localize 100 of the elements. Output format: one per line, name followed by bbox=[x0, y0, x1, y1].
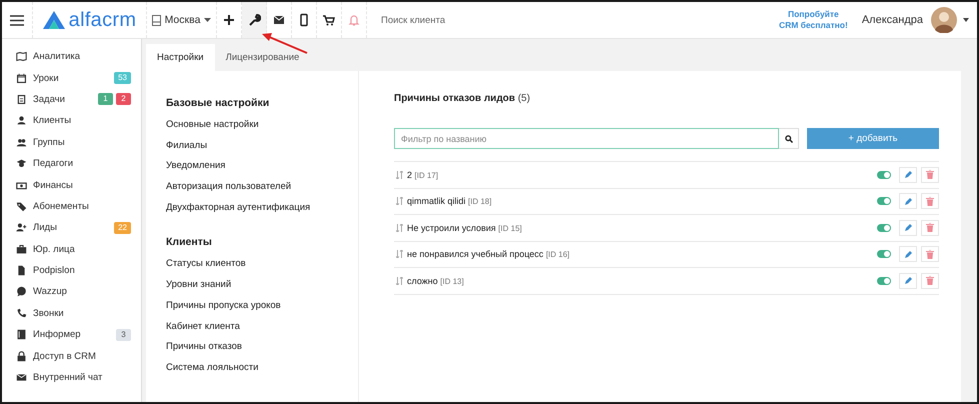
trash-icon bbox=[926, 250, 934, 259]
sort-icon[interactable] bbox=[396, 197, 403, 206]
caret-icon[interactable] bbox=[963, 18, 969, 22]
sidebar-item[interactable]: Абонементы bbox=[2, 196, 141, 218]
tag-icon bbox=[16, 200, 27, 212]
search-button[interactable] bbox=[779, 128, 799, 149]
delete-button[interactable] bbox=[921, 166, 939, 183]
settings-link[interactable]: Система лояльности bbox=[166, 362, 358, 383]
count-badge: 22 bbox=[114, 222, 131, 234]
pencil-icon bbox=[904, 170, 912, 180]
sidebar-item[interactable]: Wazzup bbox=[2, 281, 141, 303]
trash-icon bbox=[926, 223, 934, 232]
trash-icon bbox=[926, 170, 934, 180]
sidebar-item[interactable]: Аналитика bbox=[2, 46, 141, 68]
user-name[interactable]: Александра bbox=[862, 14, 923, 26]
logo-icon bbox=[42, 11, 65, 29]
delete-button[interactable] bbox=[921, 193, 939, 210]
settings-link[interactable]: Филиалы bbox=[166, 140, 358, 160]
count-badge: 1 bbox=[98, 93, 113, 106]
sidebar-item[interactable]: Задачи 1 2 bbox=[2, 88, 141, 110]
sidebar-item[interactable]: Педагоги bbox=[2, 152, 141, 174]
sidebar-item[interactable]: Звонки bbox=[2, 302, 141, 324]
toggle-switch[interactable] bbox=[877, 170, 891, 179]
section-title: Причины отказов лидов (5) bbox=[394, 93, 532, 104]
count-badge: 2 bbox=[116, 93, 131, 106]
caret-icon bbox=[204, 18, 212, 22]
pencil-icon bbox=[904, 196, 912, 206]
edit-button[interactable] bbox=[899, 166, 917, 183]
toggle-switch[interactable] bbox=[877, 197, 891, 206]
search-icon bbox=[784, 134, 792, 142]
settings-link[interactable]: Уровни знаний bbox=[166, 279, 358, 300]
settings-link[interactable]: Кабинет клиента bbox=[166, 320, 358, 342]
delete-button[interactable] bbox=[921, 246, 939, 262]
edit-button[interactable] bbox=[899, 272, 917, 289]
settings-link[interactable]: Причины отказов bbox=[166, 341, 358, 362]
section-heading: Клиенты bbox=[166, 236, 213, 248]
logo-text: alfacrm bbox=[68, 8, 136, 32]
edit-button[interactable] bbox=[899, 220, 917, 236]
settings-link[interactable]: Авторизация пользователей bbox=[166, 181, 358, 202]
briefcase-icon bbox=[16, 244, 27, 255]
pencil-icon bbox=[904, 250, 912, 259]
edit-button[interactable] bbox=[899, 246, 917, 262]
settings-link[interactable]: Двухфакторная аутентификация bbox=[166, 202, 358, 222]
reason-name: не понравился учебный процесс [ID 16] bbox=[407, 249, 571, 260]
settings-link[interactable]: Статусы клиентов bbox=[166, 258, 358, 280]
tab[interactable]: Лицензирование bbox=[214, 44, 310, 71]
delete-button[interactable] bbox=[921, 272, 939, 289]
user-icon bbox=[16, 115, 27, 126]
settings-link[interactable]: Основные настройки bbox=[166, 119, 358, 140]
reason-name: сложно [ID 13] bbox=[407, 276, 465, 286]
toggle-switch[interactable] bbox=[877, 276, 891, 285]
mail-icon bbox=[272, 13, 286, 27]
sort-icon[interactable] bbox=[396, 250, 403, 258]
chat-icon bbox=[16, 286, 27, 298]
toggle-switch[interactable] bbox=[877, 224, 891, 232]
sidebar-item[interactable]: Информер 3 bbox=[2, 324, 141, 346]
avatar-icon[interactable] bbox=[931, 7, 957, 33]
sort-icon[interactable] bbox=[396, 224, 403, 232]
sort-icon[interactable] bbox=[396, 276, 403, 285]
count-badge: 53 bbox=[114, 72, 131, 84]
pencil-icon bbox=[904, 276, 912, 286]
sidebar-item[interactable]: Внутренний чат bbox=[2, 366, 141, 388]
toggle-switch[interactable] bbox=[877, 250, 891, 258]
plus-icon bbox=[222, 13, 236, 27]
file-icon bbox=[16, 265, 27, 276]
phone-icon bbox=[16, 308, 27, 319]
settings-link[interactable]: Причины пропуска уроков bbox=[166, 300, 358, 320]
calendar-icon bbox=[16, 72, 27, 84]
user-plus-icon bbox=[16, 222, 27, 234]
sidebar-item[interactable]: Финансы bbox=[2, 174, 141, 196]
sort-icon[interactable] bbox=[396, 170, 403, 179]
delete-button[interactable] bbox=[921, 220, 939, 236]
sidebar-item[interactable]: Группы bbox=[2, 132, 141, 153]
book-icon bbox=[16, 329, 27, 340]
sidebar-item[interactable]: Клиенты bbox=[2, 110, 141, 132]
reason-name: qimmatlik qilidi [ID 18] bbox=[407, 196, 493, 206]
sidebar-item[interactable]: Доступ в CRM bbox=[2, 345, 141, 367]
sidebar-item[interactable]: Уроки 53 bbox=[2, 67, 141, 89]
tab[interactable]: Настройки bbox=[146, 44, 215, 71]
sidebar-item[interactable]: Лиды 22 bbox=[2, 217, 141, 239]
trash-icon bbox=[926, 276, 934, 286]
cart-icon bbox=[322, 13, 336, 27]
lock-icon bbox=[16, 350, 27, 362]
map-icon bbox=[16, 51, 27, 62]
pencil-icon bbox=[904, 223, 912, 232]
trash-icon bbox=[926, 196, 934, 206]
sidebar-item[interactable]: Юр. лица bbox=[2, 238, 141, 260]
count-badge: 3 bbox=[116, 328, 131, 341]
reason-name: 2 [ID 17] bbox=[407, 170, 440, 180]
bell-icon bbox=[347, 13, 361, 27]
section-heading: Базовые настройки bbox=[166, 97, 270, 109]
sidebar-item[interactable]: Podpislon bbox=[2, 260, 141, 282]
clipboard-icon bbox=[16, 94, 27, 105]
filter-field[interactable]: Фильтр по названию bbox=[394, 128, 779, 149]
menu-icon[interactable] bbox=[10, 14, 24, 26]
edit-button[interactable] bbox=[899, 193, 917, 210]
graduation-cap-icon bbox=[16, 158, 27, 170]
settings-link[interactable]: Уведомления bbox=[166, 160, 358, 182]
money-icon bbox=[16, 180, 27, 191]
reason-name: Не устроили условия [ID 15] bbox=[407, 222, 523, 233]
